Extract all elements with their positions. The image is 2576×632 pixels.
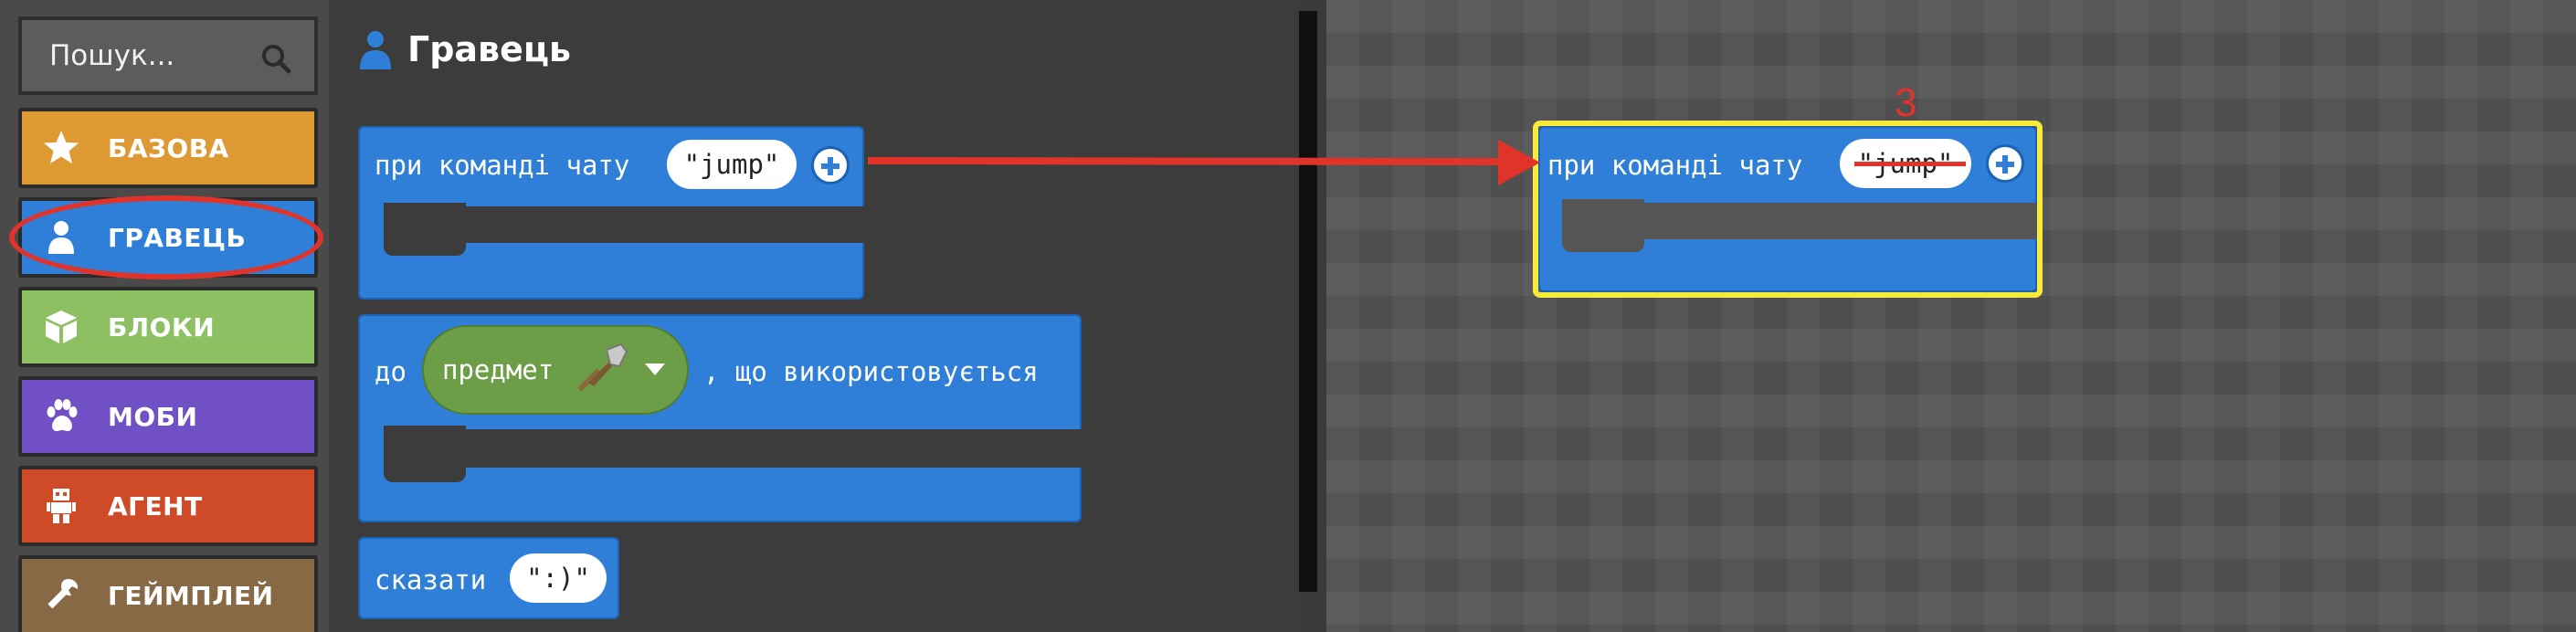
wrench-icon bbox=[40, 574, 82, 616]
strikethrough-mark bbox=[1854, 162, 1966, 166]
category-mobs[interactable]: МОБИ bbox=[18, 376, 318, 457]
block-slot-notch bbox=[384, 426, 466, 482]
category-basic[interactable]: БАЗОВА bbox=[18, 108, 318, 188]
item-dropdown[interactable]: предмет bbox=[422, 325, 689, 415]
search-icon[interactable] bbox=[259, 42, 292, 75]
block-slot bbox=[384, 429, 1082, 468]
code-workspace[interactable] bbox=[1326, 0, 2576, 632]
dropdown-label: предмет bbox=[442, 354, 554, 385]
paw-icon bbox=[40, 395, 82, 437]
person-icon bbox=[360, 31, 391, 69]
category-blocks[interactable]: БЛОКИ bbox=[18, 287, 318, 367]
star-icon bbox=[40, 127, 82, 169]
block-label: при команді чату bbox=[375, 150, 630, 181]
category-label: МОБИ bbox=[108, 401, 198, 432]
category-agent[interactable]: АГЕНТ bbox=[18, 466, 318, 546]
category-label: ГРАВЕЦЬ bbox=[108, 222, 247, 253]
category-label: АГЕНТ bbox=[108, 490, 203, 521]
flyout-title-text: Гравець bbox=[407, 29, 572, 69]
block-slot-notch bbox=[384, 203, 466, 256]
shovel-icon bbox=[577, 342, 628, 392]
category-player[interactable]: ГРАВЕЦЬ bbox=[18, 197, 318, 278]
search-placeholder: Пошук... bbox=[49, 39, 175, 72]
flyout-scrollbar[interactable] bbox=[1299, 11, 1317, 592]
step-number-label: 3 bbox=[1895, 80, 1917, 125]
category-gameplay[interactable]: ГЕЙМПЛЕЙ bbox=[18, 555, 318, 632]
toolbox-sidebar: Пошук... БАЗОВА ГРАВЕЦЬ БЛОКИ МОБИ АГЕНТ… bbox=[0, 0, 329, 632]
block-label: до bbox=[375, 356, 406, 387]
person-icon bbox=[40, 216, 82, 258]
category-label: БЛОКИ bbox=[108, 311, 216, 342]
say-text-input[interactable]: ":)" bbox=[510, 553, 607, 603]
cube-icon bbox=[40, 306, 82, 348]
block-label: , що використовується bbox=[703, 356, 1039, 387]
search-input[interactable]: Пошук... bbox=[18, 16, 318, 95]
command-text-input[interactable]: "jump" bbox=[667, 140, 797, 189]
robot-icon bbox=[40, 485, 82, 527]
add-parameter-icon[interactable] bbox=[1986, 144, 2024, 183]
add-parameter-icon[interactable] bbox=[811, 146, 850, 184]
category-label: ГЕЙМПЛЕЙ bbox=[108, 580, 274, 611]
category-label: БАЗОВА bbox=[108, 132, 229, 163]
block-label: при команді чату bbox=[1547, 150, 1803, 181]
block-label: сказати bbox=[375, 564, 487, 595]
flyout-title: Гравець bbox=[358, 29, 571, 69]
block-slot-notch bbox=[1562, 199, 1644, 252]
chevron-down-icon bbox=[645, 363, 666, 375]
